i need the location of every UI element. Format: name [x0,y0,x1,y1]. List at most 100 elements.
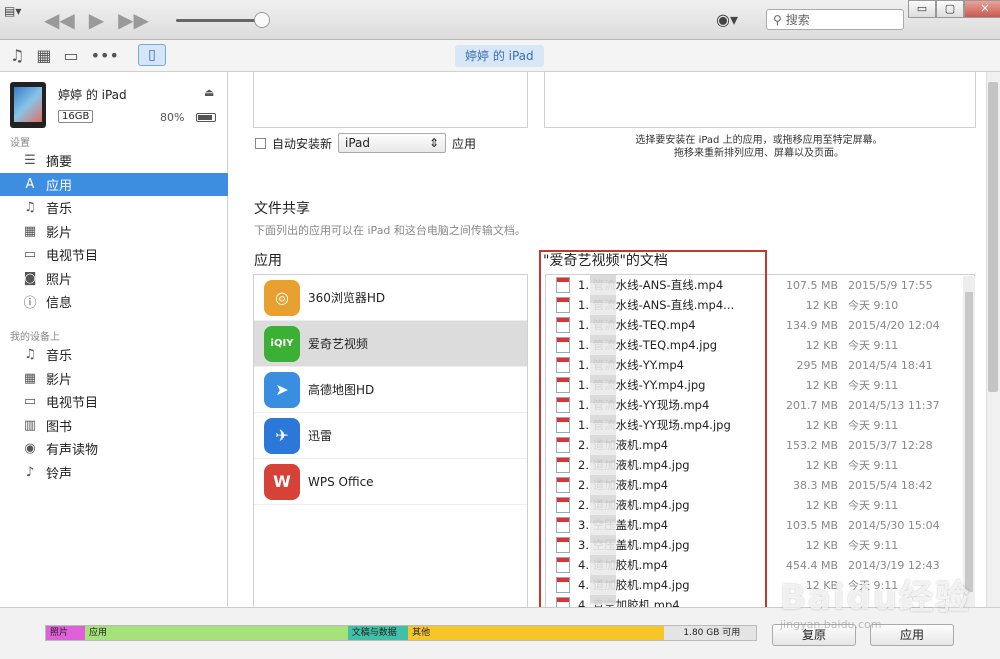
close-button[interactable]: ✕ [964,0,1000,18]
capacity-segment: 文稿与数据 [347,626,409,640]
my-device-section-label: 我的设备上 [10,332,60,343]
capacity-segment: 应用 [85,626,348,640]
apply-button[interactable]: 应用 [870,624,954,646]
sidebar-item[interactable]: ♫ 音乐 [0,196,228,219]
next-icon[interactable]: ▶▶ [118,8,149,32]
device-title-tab[interactable]: 婷婷 的 iPad [455,45,544,67]
sidebar-item-label: 影片 [46,372,73,388]
document-size: 295 MB [796,358,838,372]
sidebar-item-icon: ◉ [24,441,36,456]
app-row[interactable]: W WPS Office [254,459,527,505]
sidebar-item[interactable]: A 应用 [0,172,228,196]
previous-icon[interactable]: ◀◀ [44,8,75,32]
app-row[interactable]: iQIY 爱奇艺视频 [254,321,527,367]
file-sharing-apps-list: ◎ 360浏览器HD iQIY 爱奇艺视频 ➤ 高德地图HD ✈ 迅雷 W WPS Office [253,274,528,607]
auto-install-device-select[interactable]: iPad ⇕ [338,133,447,153]
battery-icon [196,113,216,122]
app-icon: ◎ [264,279,300,316]
tv-icon[interactable]: ▭ [63,46,78,65]
app-name: WPS Office [308,474,374,489]
app-row[interactable]: ✈ 迅雷 [254,413,527,459]
document-date: 今天 9:10 [848,299,899,312]
sidebar-item-icon: ▦ [23,223,37,239]
document-size: 38.3 MB [792,478,838,492]
movies-icon[interactable]: ▦ [36,46,51,65]
sidebar-item[interactable]: ◙ 照片 [0,267,228,290]
main-scrollbar-thumb[interactable] [988,82,998,392]
document-size: 12 KB [805,338,838,352]
auto-install-checkbox[interactable] [255,137,266,149]
file-icon [556,577,570,593]
redacted-filename-area [590,275,616,605]
app-name: 迅雷 [308,429,333,443]
search-input[interactable]: ⚲ 搜索 [766,9,904,30]
auto-install-label: 自动安装新 [272,136,333,151]
app-icon: W [264,463,300,500]
device-header[interactable]: 婷婷 的 iPad ⏏ 16GB 80% [10,78,220,134]
capacity-segment: 1.80 GB 可用 [663,626,756,640]
document-size: 12 KB [805,498,838,512]
document-size: 12 KB [805,418,838,432]
sidebar-item-icon: ◙ [23,270,37,286]
volume-slider-knob[interactable] [254,12,270,28]
sidebar-item-label: 信息 [46,296,73,311]
media-type-icons: ♫ ▦ ▭ ••• [10,46,119,65]
minimize-button[interactable]: ▭ [908,0,936,18]
hint-line-1: 选择要安装在 iPad 上的应用，或拖移应用至特定屏幕。 [635,135,883,146]
home-screen-hint: 选择要安装在 iPad 上的应用，或拖移应用至特定屏幕。 拖移来重新排列应用、屏… [559,134,959,160]
sidebar-item-icon: A [25,176,35,192]
documents-column-header: "爱奇艺视频"的文档 [543,253,668,269]
maximize-button[interactable]: ▢ [936,0,964,18]
app-name: 360浏览器HD [308,291,386,305]
sidebar-item-icon: ▥ [23,417,37,433]
sidebar-item[interactable]: ▥ 图书 [0,414,228,437]
document-date: 2015/5/9 17:55 [848,278,933,292]
baidu-watermark: Baidu经验 [780,578,972,618]
app-row[interactable]: ➤ 高德地图HD [254,367,527,413]
app-list-panel [253,72,528,128]
volume-slider[interactable] [176,19,266,22]
document-date: 今天 9:11 [848,339,899,352]
document-size: 12 KB [805,378,838,392]
document-size: 103.5 MB [785,518,838,532]
sidebar-item[interactable]: ♫ 音乐 [0,343,228,366]
file-icon [556,357,570,373]
app-name: 爱奇艺视频 [308,337,369,351]
document-date: 2015/5/4 18:42 [848,478,933,492]
account-icon[interactable]: ◉▾ [716,10,738,29]
document-size: 12 KB [805,538,838,552]
ipad-thumbnail [10,82,46,128]
eject-icon[interactable]: ⏏ [204,86,214,99]
more-icon[interactable]: ••• [91,46,119,65]
sidebar-item[interactable]: ♪ 铃声 [0,461,228,484]
sidebar-item[interactable]: ▦ 影片 [0,367,228,390]
app-icon: ✈ [264,417,300,454]
play-icon[interactable]: ▶ [89,8,104,32]
app-menu-icon[interactable]: ▤▾ [4,4,30,18]
document-size: 201.7 MB [785,398,838,412]
document-size: 107.5 MB [785,278,838,292]
sidebar-item[interactable]: ⓘ 信息 [0,290,228,313]
documents-scrollbar-thumb[interactable] [965,292,973,592]
app-row[interactable]: ◎ 360浏览器HD [254,275,527,321]
document-size: 153.2 MB [785,438,838,452]
document-date: 2014/5/30 15:04 [848,518,940,532]
sidebar-item[interactable]: ▦ 影片 [0,220,228,243]
file-icon [556,497,570,513]
sidebar-item[interactable]: ◉ 有声读物 [0,437,228,460]
file-sharing-description: 下面列出的应用可以在 iPad 和这台电脑之间传输文档。 [254,224,526,237]
file-icon [556,297,570,313]
sidebar-item-label: 影片 [46,225,73,241]
ipad-device-button[interactable]: ▯ [138,44,166,66]
title-bar: ▤▾ ◀◀ ▶ ▶▶ ◉▾ ⚲ 搜索 ▭ ▢ ✕ [0,0,1000,40]
file-sharing-title: 文件共享 [254,201,310,217]
sidebar-item-icon: ⓘ [23,296,37,311]
baidu-watermark-url: jingyan.baidu.com [780,618,882,631]
sidebar-item[interactable]: ▭ 电视节目 [0,243,228,266]
sidebar-item[interactable]: ▭ 电视节目 [0,390,228,413]
music-icon[interactable]: ♫ [10,46,24,65]
sidebar-item[interactable]: ☰ 摘要 [0,149,228,172]
file-icon [556,517,570,533]
sidebar-item-label: 照片 [46,272,73,288]
apps-column-header: 应用 [254,253,282,269]
